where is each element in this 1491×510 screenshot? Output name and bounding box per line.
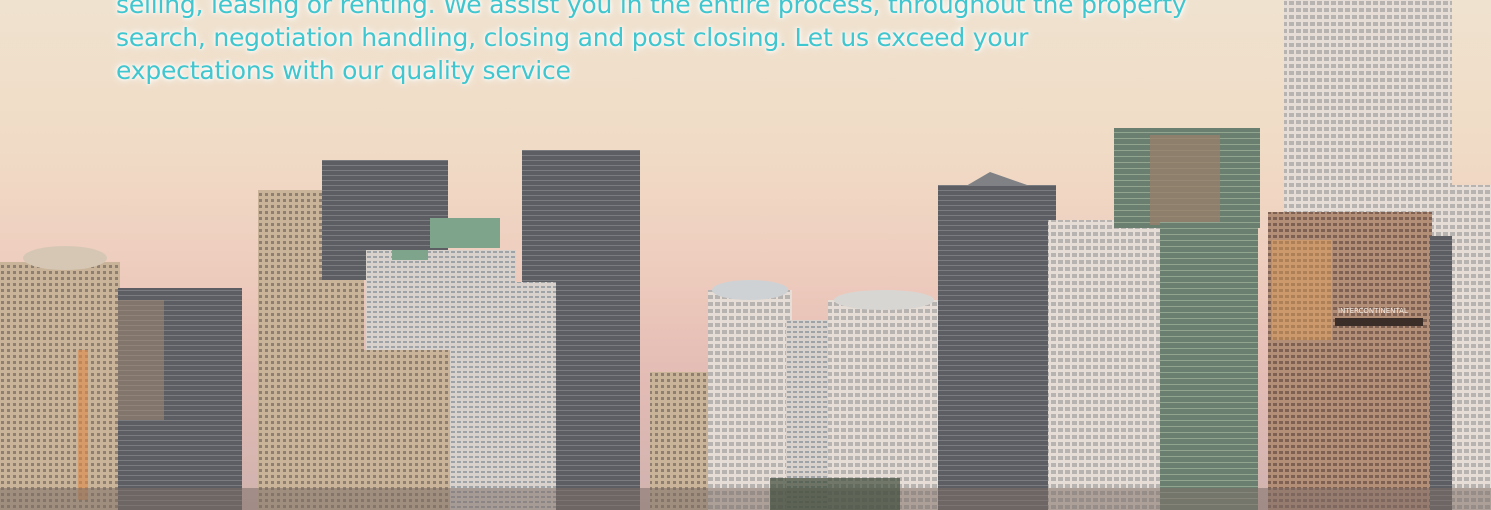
intro-line: expectations with our quality service — [116, 56, 571, 85]
building-sign-text: INTERCONTINENTAL — [1338, 307, 1408, 315]
intro-line: selling, leasing or renting. We assist y… — [116, 0, 1187, 19]
intro-line: search, negotiation handling, closing an… — [116, 23, 1029, 52]
hero-banner: INTERCONTINENTAL selling, leasing or ren… — [0, 0, 1491, 510]
intro-paragraph: selling, leasing or renting. We assist y… — [116, 0, 1366, 87]
